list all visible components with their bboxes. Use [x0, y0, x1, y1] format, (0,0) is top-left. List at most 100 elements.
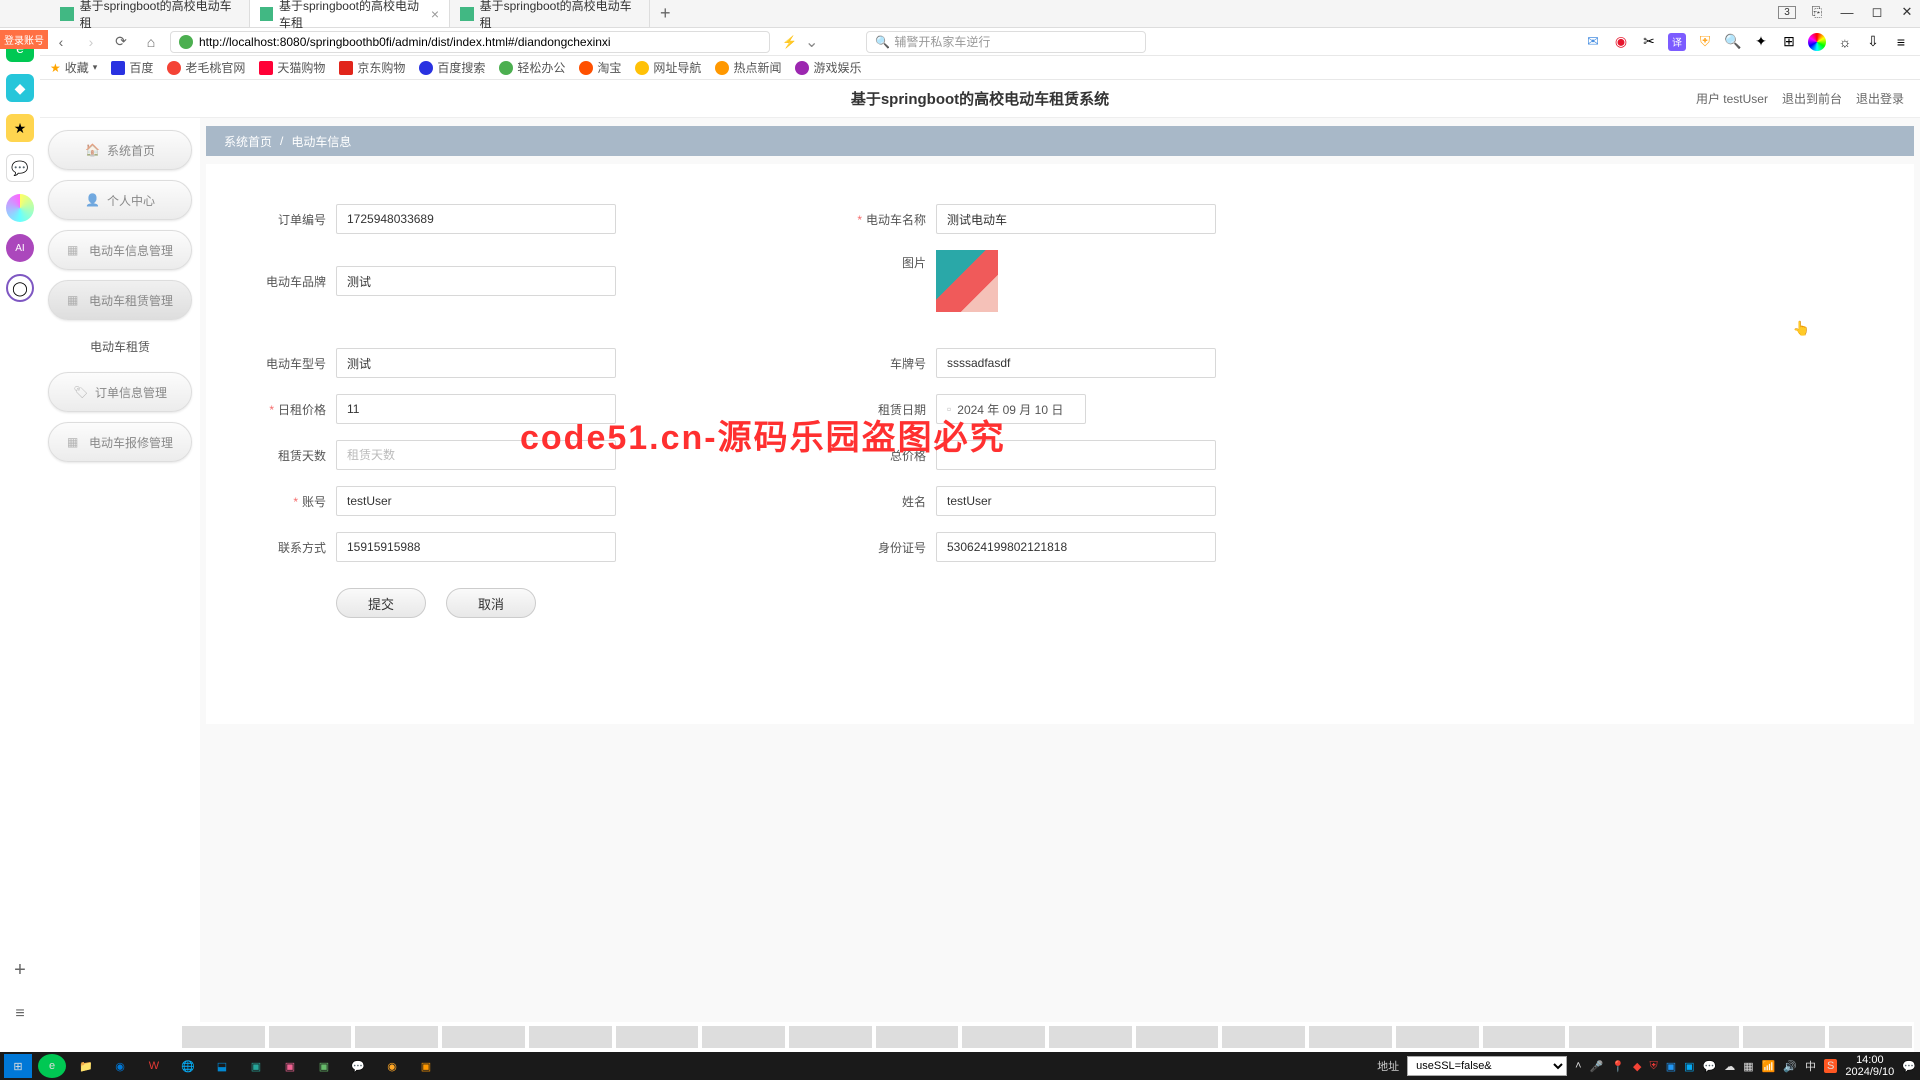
taskbar-edge[interactable]: ◉	[106, 1054, 134, 1078]
translate-ext-icon[interactable]: 译	[1668, 33, 1686, 51]
taskbar-app1[interactable]: ▣	[242, 1054, 270, 1078]
tray-mic-icon[interactable]: 🎤	[1590, 1060, 1604, 1073]
rail-add-button[interactable]: +	[6, 956, 34, 984]
tray-wifi-icon[interactable]: 📶	[1762, 1060, 1776, 1073]
thumb-item[interactable]	[789, 1026, 872, 1048]
tray-usb-icon[interactable]: 📍	[1611, 1060, 1625, 1073]
bookmark-taobao[interactable]: 淘宝	[579, 59, 621, 76]
thumb-item[interactable]	[962, 1026, 1045, 1048]
sidebar-bike-rent-sub[interactable]: 电动车租赁	[48, 330, 192, 362]
cancel-button[interactable]: 取消	[446, 588, 536, 618]
thumb-item[interactable]	[1396, 1026, 1479, 1048]
status-select[interactable]: useSSL=false&	[1407, 1056, 1567, 1076]
browser-search-input[interactable]: 🔍 辅警开私家车逆行	[866, 31, 1146, 53]
mail-icon[interactable]: ✉	[1584, 33, 1602, 51]
sidebar-home[interactable]: 🏠 系统首页	[48, 130, 192, 170]
bookmark-news[interactable]: 热点新闻	[715, 59, 781, 76]
input-rent-days[interactable]	[336, 440, 616, 470]
taskbar-wps[interactable]: W	[140, 1054, 168, 1078]
input-rent-date[interactable]: ▫ 2024 年 09 月 10 日	[936, 394, 1086, 424]
rail-star-icon[interactable]: ★	[6, 114, 34, 142]
close-window-button[interactable]: ✕	[1898, 4, 1916, 20]
url-input[interactable]: http://localhost:8080/springboothb0fi/ad…	[170, 31, 770, 53]
tray-app-icon[interactable]: ▣	[1666, 1060, 1676, 1073]
input-plate-no[interactable]	[936, 348, 1216, 378]
input-name[interactable]	[936, 486, 1216, 516]
thumb-item[interactable]	[529, 1026, 612, 1048]
input-account[interactable]	[336, 486, 616, 516]
input-bike-name[interactable]	[936, 204, 1216, 234]
back-button[interactable]: ‹	[50, 31, 72, 53]
menu-icon[interactable]: ≡	[1892, 33, 1910, 51]
tray-app3-icon[interactable]: ▦	[1743, 1060, 1753, 1073]
input-total-price[interactable]	[936, 440, 1216, 470]
reload-button[interactable]: ⟳	[110, 31, 132, 53]
input-order-no[interactable]	[336, 204, 616, 234]
taskbar-browser[interactable]: e	[38, 1054, 66, 1078]
bookmark-baidu-search[interactable]: 百度搜索	[419, 59, 485, 76]
login-badge[interactable]: 登录账号	[0, 30, 48, 49]
thumb-item[interactable]	[1743, 1026, 1826, 1048]
puzzle-icon[interactable]: ✦	[1752, 33, 1770, 51]
thumb-item[interactable]	[355, 1026, 438, 1048]
tray-cloud-icon[interactable]: ☁	[1724, 1060, 1735, 1073]
logout-link[interactable]: 退出登录	[1856, 90, 1904, 107]
thumb-item[interactable]	[182, 1026, 265, 1048]
maximize-button[interactable]: ◻	[1868, 4, 1886, 20]
thumb-item[interactable]	[702, 1026, 785, 1048]
rail-list-button[interactable]: ≡	[6, 1000, 34, 1028]
thumb-item[interactable]	[1483, 1026, 1566, 1048]
submit-button[interactable]: 提交	[336, 588, 426, 618]
bookmark-nav[interactable]: 网址导航	[635, 59, 701, 76]
rail-ai2-icon[interactable]: AI	[6, 234, 34, 262]
rail-ai-icon[interactable]	[6, 194, 34, 222]
browser-tab-2[interactable]: 基于springboot的高校电动车租 ×	[250, 0, 450, 27]
tab-count-badge[interactable]: 3	[1778, 6, 1796, 19]
browser-tab-3[interactable]: 基于springboot的高校电动车租	[450, 0, 650, 27]
search-ext-icon[interactable]: 🔍	[1724, 33, 1742, 51]
image-thumbnail[interactable]	[936, 250, 998, 312]
taskbar-app3[interactable]: ◉	[378, 1054, 406, 1078]
shield-icon[interactable]: ⛨	[1696, 33, 1714, 51]
start-button[interactable]: ⊞	[4, 1054, 32, 1078]
weibo-icon[interactable]: ◉	[1612, 33, 1630, 51]
thumb-item[interactable]	[442, 1026, 525, 1048]
minimize-button[interactable]: —	[1838, 5, 1856, 20]
taskbar-idea[interactable]: ▣	[276, 1054, 304, 1078]
color-icon[interactable]	[1808, 33, 1826, 51]
tray-wechat-icon[interactable]: 💬	[1703, 1060, 1717, 1073]
taskbar-wechat[interactable]: 💬	[344, 1054, 372, 1078]
sidebar-bike-rent[interactable]: ▦ 电动车租赁管理	[48, 280, 192, 320]
tray-sound-icon[interactable]: 🔊	[1783, 1060, 1797, 1073]
thumb-item[interactable]	[1222, 1026, 1305, 1048]
home-button[interactable]: ⌂	[140, 31, 162, 53]
tray-shield-icon[interactable]: ⛨	[1649, 1060, 1657, 1073]
input-bike-brand[interactable]	[336, 266, 616, 296]
tray-notifications-icon[interactable]: 💬	[1902, 1060, 1916, 1073]
input-bike-model[interactable]	[336, 348, 616, 378]
translate-icon[interactable]: ⚡	[782, 35, 797, 49]
thumb-item[interactable]	[269, 1026, 352, 1048]
tray-app2-icon[interactable]: ▣	[1684, 1060, 1694, 1073]
taskbar-sublime[interactable]: ▣	[412, 1054, 440, 1078]
sidebar-bike-info[interactable]: ▦ 电动车信息管理	[48, 230, 192, 270]
apps-icon[interactable]: ⊞	[1780, 33, 1798, 51]
tray-chevron-icon[interactable]: ˄	[1575, 1060, 1581, 1072]
tray-net-icon[interactable]: ◆	[1633, 1060, 1641, 1073]
bookmark-laomaotao[interactable]: 老毛桃官网	[167, 59, 245, 76]
gift-icon[interactable]: ⎘	[1808, 4, 1826, 20]
sidebar-personal[interactable]: 👤 个人中心	[48, 180, 192, 220]
rail-chat-icon[interactable]: 💬	[6, 154, 34, 182]
dropdown-icon[interactable]: ⌄	[805, 32, 818, 52]
thumb-item[interactable]	[1829, 1026, 1912, 1048]
thumb-item[interactable]	[1136, 1026, 1219, 1048]
taskbar-vscode[interactable]: ⬓	[208, 1054, 236, 1078]
user-label[interactable]: 用户 testUser	[1696, 90, 1768, 107]
bookmark-tmall[interactable]: 天猫购物	[259, 59, 325, 76]
input-id-card[interactable]	[936, 532, 1216, 562]
sun-icon[interactable]: ☼	[1836, 33, 1854, 51]
thumb-item[interactable]	[1569, 1026, 1652, 1048]
bookmark-games[interactable]: 游戏娱乐	[795, 59, 861, 76]
bookmark-jd[interactable]: 京东购物	[339, 59, 405, 76]
tray-sogou-icon[interactable]: S	[1824, 1059, 1837, 1073]
